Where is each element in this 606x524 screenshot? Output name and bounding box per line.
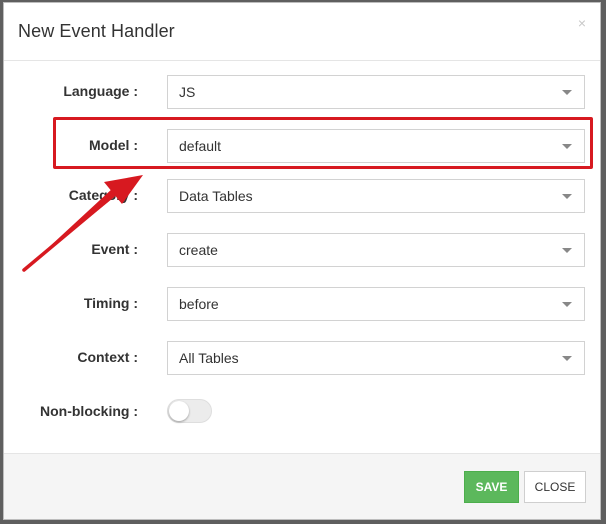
language-row: Language : JS xyxy=(4,75,600,109)
chevron-down-icon xyxy=(562,248,572,253)
save-button[interactable]: SAVE xyxy=(464,471,519,503)
close-button[interactable]: CLOSE xyxy=(524,471,586,503)
context-label: Context : xyxy=(77,349,138,365)
category-select[interactable]: Data Tables xyxy=(167,179,585,213)
chevron-down-icon xyxy=(562,302,572,307)
chevron-down-icon xyxy=(562,194,572,199)
category-label: Category : xyxy=(68,187,138,203)
model-label: Model : xyxy=(89,137,138,153)
non-blocking-row: Non-blocking : xyxy=(4,395,600,429)
language-select[interactable]: JS xyxy=(167,75,585,109)
timing-value: before xyxy=(179,296,219,312)
chevron-down-icon xyxy=(562,144,572,149)
dialog-header: New Event Handler × xyxy=(4,3,600,61)
non-blocking-label: Non-blocking : xyxy=(40,403,138,419)
new-event-handler-dialog: New Event Handler × Language : JS Model … xyxy=(3,2,601,520)
category-row: Category : Data Tables xyxy=(4,179,600,213)
timing-row: Timing : before xyxy=(4,287,600,321)
language-label: Language : xyxy=(63,83,138,99)
event-value: create xyxy=(179,242,218,258)
language-value: JS xyxy=(179,84,196,100)
non-blocking-toggle[interactable] xyxy=(167,399,212,423)
dialog-title: New Event Handler xyxy=(18,21,175,41)
context-select[interactable]: All Tables xyxy=(167,341,585,375)
category-value: Data Tables xyxy=(179,188,253,204)
timing-select[interactable]: before xyxy=(167,287,585,321)
event-row: Event : create xyxy=(4,233,600,267)
dialog-body: Language : JS Model : default Category :… xyxy=(4,61,600,453)
model-select[interactable]: default xyxy=(167,129,585,163)
context-value: All Tables xyxy=(179,350,239,366)
dialog-footer: SAVE CLOSE xyxy=(4,453,600,519)
close-icon[interactable]: × xyxy=(578,15,586,31)
model-value: default xyxy=(179,138,222,154)
chevron-down-icon xyxy=(562,356,572,361)
event-label: Event : xyxy=(91,241,138,257)
model-row: Model : default xyxy=(4,129,600,163)
context-row: Context : All Tables xyxy=(4,341,600,375)
toggle-knob xyxy=(169,401,189,421)
chevron-down-icon xyxy=(562,90,572,95)
timing-label: Timing : xyxy=(83,295,138,311)
event-select[interactable]: create xyxy=(167,233,585,267)
